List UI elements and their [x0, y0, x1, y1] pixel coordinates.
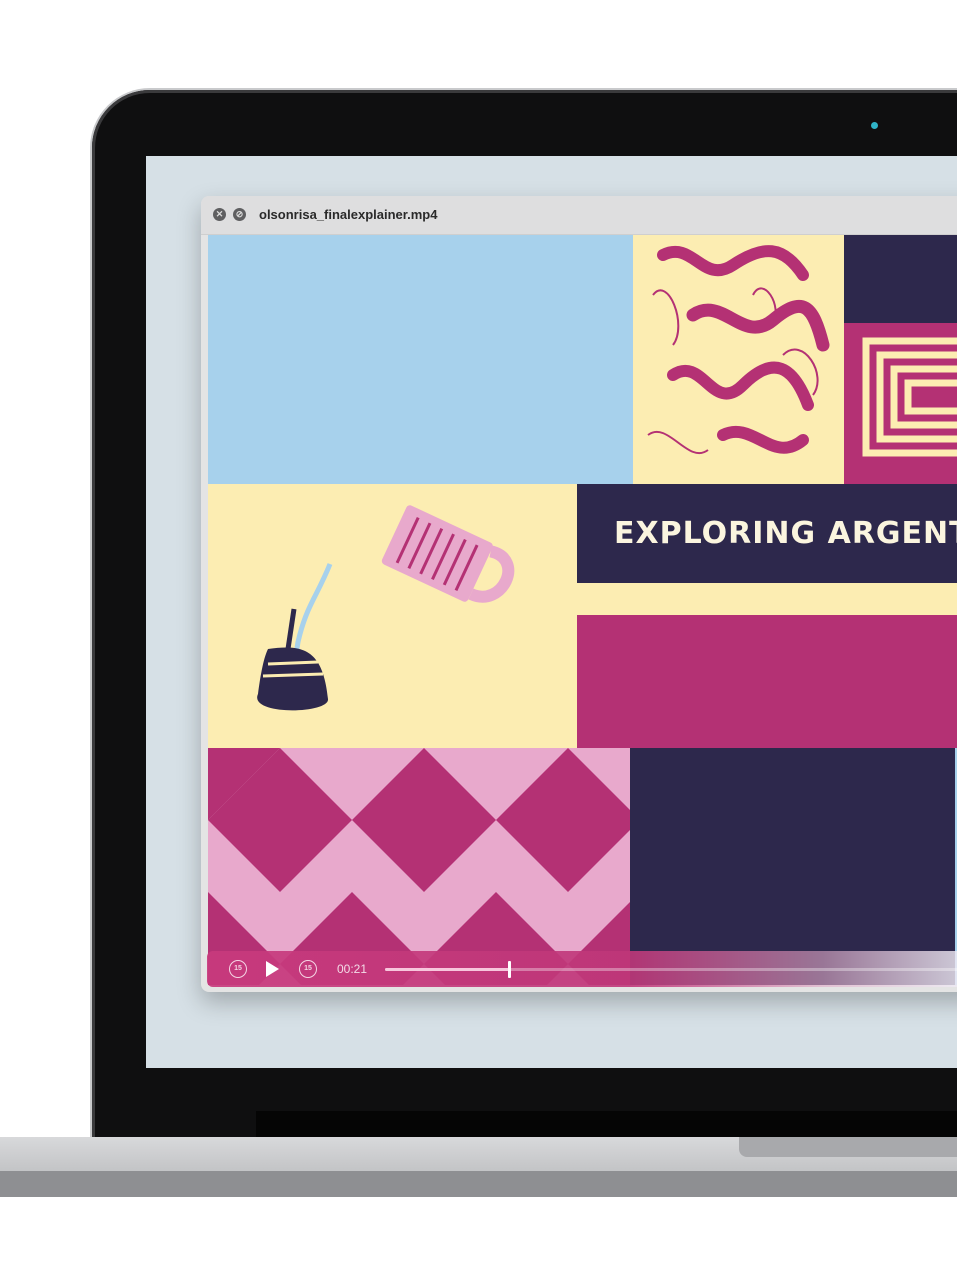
mate-illustration: [257, 505, 515, 711]
video-frame[interactable]: EXPLORING ARGENTI: [208, 235, 957, 985]
cream-block: [208, 484, 577, 748]
close-icon[interactable]: ✕: [213, 208, 226, 221]
scrubber-fill: [385, 968, 509, 971]
laptop-base-notch: [739, 1137, 957, 1157]
title-banner: EXPLORING ARGENTI: [577, 484, 957, 583]
laptop-hinge: [256, 1111, 957, 1139]
skip-forward-15-icon[interactable]: 15: [299, 960, 317, 978]
camera-dot: [871, 122, 878, 129]
checker-tile: [208, 748, 630, 985]
minimize-icon[interactable]: ⊘: [233, 208, 246, 221]
scrubber-track[interactable]: [385, 961, 957, 978]
squiggle-tile: [633, 235, 844, 484]
sky-block: [208, 235, 633, 484]
playback-controls: 15 15 00:21: [207, 951, 957, 987]
cream-strip: [577, 583, 957, 615]
maze-tile: [844, 323, 957, 484]
scrubber-handle[interactable]: [507, 961, 511, 978]
magenta-block: [577, 615, 957, 748]
video-player-window: ✕ ⊘ olsonrisa_finalexplainer.mp4 EXPLORI…: [201, 196, 957, 992]
window-title: olsonrisa_finalexplainer.mp4: [259, 207, 438, 222]
video-title-text: EXPLORING ARGENTI: [614, 516, 957, 551]
squiggle-pattern: [647, 245, 830, 454]
skip-back-15-icon[interactable]: 15: [229, 960, 247, 978]
current-time: 00:21: [337, 962, 368, 976]
maze-pattern: [862, 337, 957, 457]
navy-block-top: [844, 235, 957, 323]
checker-pattern: [208, 748, 630, 985]
play-icon[interactable]: [266, 961, 279, 977]
laptop-base-bottom: [0, 1171, 957, 1197]
window-titlebar[interactable]: ✕ ⊘ olsonrisa_finalexplainer.mp4: [201, 196, 957, 235]
navy-block-bottom: [630, 748, 955, 985]
